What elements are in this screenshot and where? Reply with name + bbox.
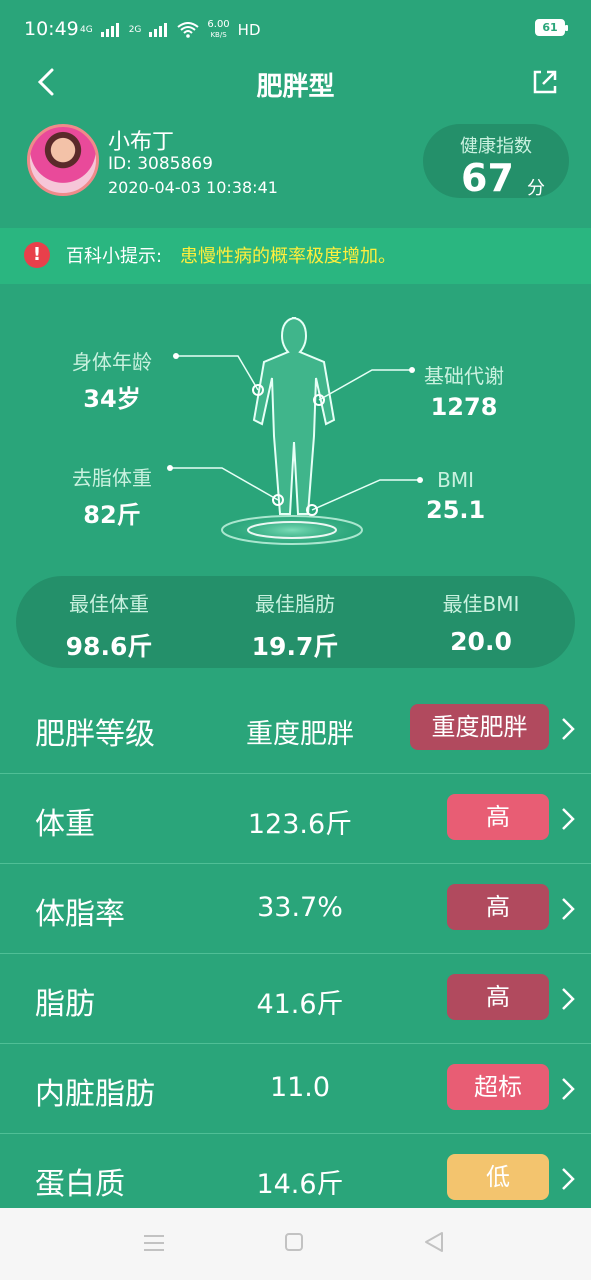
row-label: 脂肪: [35, 987, 95, 1022]
status-bar: 10:49 4G 2G 6.00 KB/S HD 61: [0, 0, 591, 60]
status-badge: 高: [447, 794, 549, 840]
body-age-value: 34岁: [83, 385, 141, 413]
home-icon[interactable]: [284, 1232, 304, 1252]
lean-weight-label: 去脂体重: [72, 466, 152, 490]
share-icon[interactable]: [527, 64, 563, 100]
status-badge: 低: [447, 1154, 549, 1200]
tip-bar: ! 百科小提示: 患慢性病的概率极度增加。: [0, 228, 591, 284]
row-value: 11.0: [269, 1072, 331, 1103]
tip-label: 百科小提示:: [66, 246, 163, 267]
status-icons: 4G 2G 6.00 KB/S HD: [80, 20, 261, 40]
status-time: 10:49: [24, 18, 79, 40]
alert-icon: !: [24, 242, 50, 268]
net-speed: 6.00 KB/S: [207, 20, 229, 40]
chevron-right-icon[interactable]: [558, 1164, 578, 1194]
chevron-right-icon[interactable]: [558, 894, 578, 924]
best-values-panel: 最佳体重 98.6斤 最佳脂肪 19.7斤 最佳BMI 20.0: [16, 576, 575, 668]
body-age: 身体年龄 34岁: [72, 346, 152, 414]
basal-metabolism: 基础代谢 1278: [424, 360, 504, 421]
signal-icon: [149, 23, 168, 37]
row-label: 体脂率: [35, 897, 125, 932]
chevron-right-icon[interactable]: [558, 714, 578, 744]
bmi-label: BMI: [437, 468, 475, 492]
row-label: 体重: [35, 807, 95, 842]
metric-list: 肥胖等级 重度肥胖 重度肥胖 体重 123.6斤 高 体脂率 33.7% 高 脂…: [0, 684, 591, 1223]
header: 肥胖型: [0, 58, 591, 108]
health-score: 健康指数 67 分: [423, 124, 569, 200]
avatar[interactable]: [27, 124, 99, 196]
status-badge: 重度肥胖: [410, 704, 549, 750]
health-score-unit: 分: [527, 178, 545, 199]
row-label: 内脏脂肪: [35, 1077, 155, 1112]
wifi-icon: [177, 22, 200, 38]
profile-card: 小布丁 ID: 3085869 2020-04-03 10:38:41 健康指数…: [0, 120, 591, 210]
net-speed-value: 6.00: [207, 19, 230, 30]
status-badge: 超标: [447, 1064, 549, 1110]
row-value: 123.6斤: [247, 809, 353, 840]
row-value: 14.6斤: [256, 1169, 344, 1200]
battery-level: 61: [542, 21, 558, 34]
user-name: 小布丁: [108, 130, 175, 155]
battery-icon: 61: [535, 19, 568, 36]
status-badge: 高: [447, 974, 549, 1020]
best-fat-label: 最佳脂肪: [255, 592, 335, 616]
row-value: 33.7%: [257, 892, 343, 923]
net-speed-unit: KB/S: [210, 31, 227, 39]
best-fat: 最佳脂肪 19.7斤: [202, 588, 388, 663]
menu-icon[interactable]: [143, 1234, 165, 1252]
chevron-right-icon[interactable]: [558, 1074, 578, 1104]
list-item-body-fat-rate[interactable]: 体脂率 33.7% 高: [0, 864, 591, 954]
measure-datetime: 2020-04-03 10:38:41: [108, 178, 278, 197]
chevron-right-icon[interactable]: [558, 984, 578, 1014]
row-label: 肥胖等级: [35, 717, 155, 752]
list-item-obesity-level[interactable]: 肥胖等级 重度肥胖 重度肥胖: [0, 684, 591, 774]
network-2g-icon: 2G: [128, 25, 142, 35]
list-item-weight[interactable]: 体重 123.6斤 高: [0, 774, 591, 864]
tip-text: 患慢性病的概率极度增加。: [180, 246, 396, 267]
best-bmi-value: 20.0: [450, 627, 512, 656]
health-score-value: 67: [461, 156, 514, 200]
bmi-value: 25.1: [426, 496, 486, 524]
body-figure-icon: [167, 317, 423, 548]
row-label: 蛋白质: [35, 1167, 125, 1202]
hd-icon: HD: [237, 21, 261, 39]
body-figure-area: 身体年龄 34岁 基础代谢 1278 去脂体重 82斤 BMI 25.1: [0, 290, 591, 580]
network-4g-icon: 4G: [80, 25, 93, 35]
bmr-value: 1278: [430, 393, 498, 421]
body-age-label: 身体年龄: [72, 350, 152, 374]
bmr-label: 基础代谢: [424, 364, 504, 388]
list-item-visceral-fat[interactable]: 内脏脂肪 11.0 超标: [0, 1044, 591, 1134]
list-item-fat[interactable]: 脂肪 41.6斤 高: [0, 954, 591, 1044]
health-score-label: 健康指数: [460, 136, 532, 157]
best-weight: 最佳体重 98.6斤: [16, 588, 202, 663]
page-title: 肥胖型: [256, 72, 335, 102]
best-weight-label: 最佳体重: [69, 592, 149, 616]
best-weight-value: 98.6斤: [65, 632, 153, 661]
best-bmi-label: 最佳BMI: [442, 592, 520, 616]
row-value: 重度肥胖: [246, 719, 354, 750]
status-badge: 高: [447, 884, 549, 930]
system-nav-bar: [0, 1208, 591, 1280]
lean-body-weight: 去脂体重 82斤: [72, 462, 152, 530]
user-id: ID: 3085869: [108, 154, 213, 174]
best-fat-value: 19.7斤: [251, 632, 339, 661]
back-triangle-icon[interactable]: [422, 1230, 446, 1254]
bmi: BMI 25.1: [426, 468, 485, 524]
best-bmi: 最佳BMI 20.0: [388, 588, 574, 656]
lean-weight-value: 82斤: [83, 501, 141, 529]
chevron-right-icon[interactable]: [558, 804, 578, 834]
row-value: 41.6斤: [256, 989, 344, 1020]
signal-icon: [100, 23, 119, 37]
